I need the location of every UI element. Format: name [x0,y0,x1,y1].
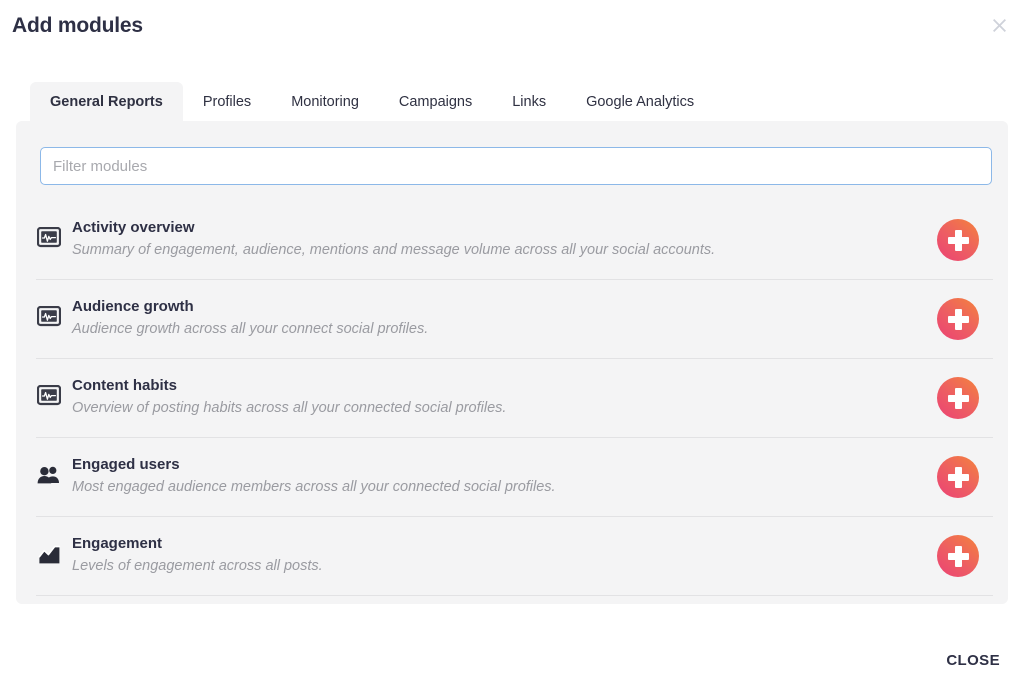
module-text-block: Content habits Overview of posting habit… [72,376,937,420]
plus-icon-vertical [954,308,962,330]
add-module-button[interactable] [937,298,979,340]
module-description: Most engaged audience members across all… [72,479,556,496]
module-description: Overview of posting habits across all yo… [72,400,507,417]
monitor-pulse-icon [36,304,62,330]
filter-field-wrapper [40,147,992,185]
monitor-pulse-icon [36,225,62,251]
close-icon[interactable] [986,12,1012,38]
list-item[interactable]: Audience growth Audience growth across a… [36,280,993,359]
area-chart-icon [36,541,62,567]
module-description: Levels of engagement across all posts. [72,558,323,575]
tab-join-mask [30,121,194,129]
plus-icon-vertical [954,545,962,567]
monitor-pulse-icon [36,383,62,409]
plus-icon-vertical [954,229,962,251]
tab-links[interactable]: Links [492,82,566,122]
page-title: Add modules [12,14,143,37]
list-item[interactable]: Activity overview Summary of engagement,… [36,201,993,280]
add-module-button[interactable] [937,456,979,498]
module-name: Activity overview [72,219,195,236]
list-item[interactable]: Content habits Overview of posting habit… [36,359,993,438]
module-name: Content habits [72,377,177,394]
list-item[interactable]: Engagement Levels of engagement across a… [36,517,993,596]
close-button[interactable]: CLOSE [946,652,1000,669]
users-group-icon [36,462,62,488]
filter-modules-input[interactable] [40,147,992,185]
module-text-block: Audience growth Audience growth across a… [72,297,937,341]
plus-icon-vertical [954,466,962,488]
add-module-button[interactable] [937,377,979,419]
module-name: Engaged users [72,456,180,473]
tab-google-analytics[interactable]: Google Analytics [566,82,714,122]
module-text-block: Engagement Levels of engagement across a… [72,534,937,578]
tab-campaigns[interactable]: Campaigns [379,82,492,122]
tab-monitoring[interactable]: Monitoring [271,82,379,122]
list-item[interactable]: Engaged users Most engaged audience memb… [36,438,993,517]
module-text-block: Activity overview Summary of engagement,… [72,218,937,262]
module-name: Engagement [72,535,163,552]
tab-profiles[interactable]: Profiles [183,82,271,122]
module-name: Audience growth [72,298,194,315]
module-description: Audience growth across all your connect … [72,321,429,338]
add-module-button[interactable] [937,219,979,261]
plus-icon-vertical [954,387,962,409]
tab-bar: General Reports Profiles Monitoring Camp… [30,82,714,122]
add-module-button[interactable] [937,535,979,577]
tab-general-reports[interactable]: General Reports [30,82,183,122]
modules-panel: Activity overview Summary of engagement,… [16,121,1008,604]
module-text-block: Engaged users Most engaged audience memb… [72,455,937,499]
module-description: Summary of engagement, audience, mention… [72,242,716,259]
module-list: Activity overview Summary of engagement,… [36,201,993,596]
